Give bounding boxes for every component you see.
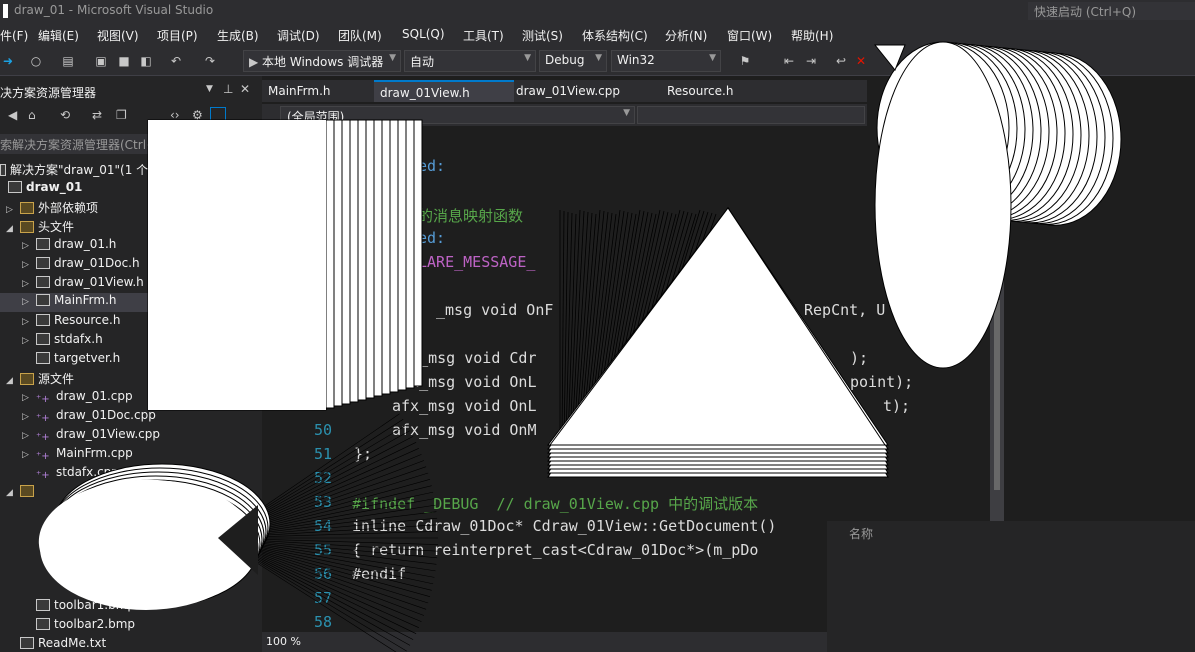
ellipse-trail-shape [873, 41, 1122, 369]
drawing-overlay [38, 41, 1122, 652]
triangle-trail-shape [546, 207, 889, 478]
rectangle-trail-shape [147, 119, 423, 411]
pie-trail-shape [38, 413, 438, 652]
